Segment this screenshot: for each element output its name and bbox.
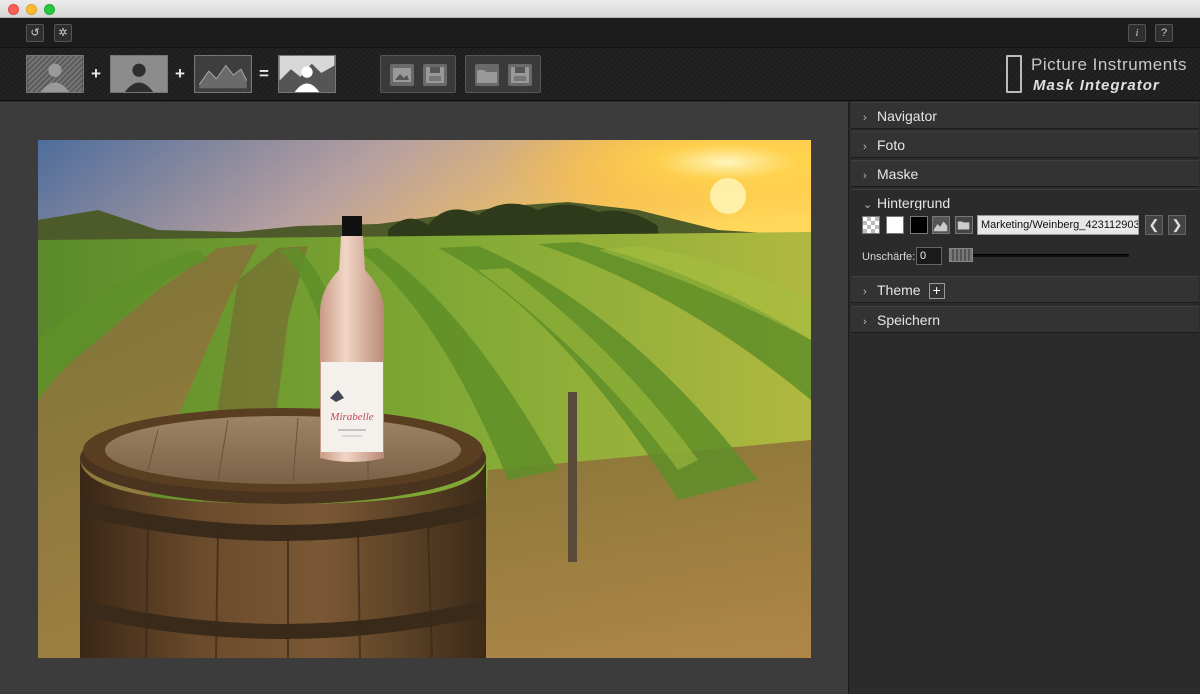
section-speichern[interactable]: › Speichern xyxy=(851,306,1199,333)
vineyard-scene: Mirabelle xyxy=(38,140,811,658)
main-toolbar: + + = Picture Instruments Mask Integrato… xyxy=(0,48,1200,101)
plus-operator: + xyxy=(91,64,101,83)
person-silhouette-icon xyxy=(27,56,83,92)
black-swatch[interactable] xyxy=(910,216,928,234)
add-theme-button[interactable]: + xyxy=(928,283,945,300)
project-group xyxy=(465,55,541,93)
window-minimize-button[interactable] xyxy=(26,4,37,15)
section-theme[interactable]: › Theme + xyxy=(851,276,1199,303)
image-import-icon[interactable] xyxy=(390,64,414,86)
chevron-right-icon: › xyxy=(863,170,867,182)
app-logo: Picture Instruments Mask Integrator xyxy=(1006,53,1196,97)
blur-slider-knob[interactable] xyxy=(949,248,973,262)
image-background-icon[interactable] xyxy=(932,216,950,234)
white-swatch[interactable] xyxy=(886,216,904,234)
background-image-thumb[interactable] xyxy=(26,55,84,93)
section-foto[interactable]: › Foto xyxy=(851,131,1199,158)
section-label: Navigator xyxy=(877,108,937,124)
folder-icon[interactable] xyxy=(955,216,973,234)
mountain-chart-icon xyxy=(195,56,251,92)
chevron-right-icon: › xyxy=(863,316,867,328)
logo-product: Mask Integrator xyxy=(1033,77,1160,94)
folder-icon[interactable] xyxy=(475,64,499,86)
section-maske[interactable]: › Maske xyxy=(851,160,1199,187)
next-image-button[interactable]: ❯ xyxy=(1168,215,1186,235)
section-label: Speichern xyxy=(877,312,941,328)
import-group xyxy=(380,55,456,93)
result-composite-icon xyxy=(279,56,335,92)
section-label: Hintergrund xyxy=(877,195,951,211)
prev-image-button[interactable]: ❮ xyxy=(1145,215,1163,235)
section-navigator[interactable]: › Navigator xyxy=(851,102,1199,129)
result-thumb[interactable] xyxy=(278,55,336,93)
logo-brand: Picture Instruments xyxy=(1031,55,1187,74)
plus-operator: + xyxy=(175,64,185,83)
bottle-label-text: Mirabelle xyxy=(329,411,373,423)
window-titlebar xyxy=(0,0,1200,18)
window-close-button[interactable] xyxy=(8,4,19,15)
logo-mark-icon xyxy=(1006,55,1022,93)
mask-histogram-thumb[interactable] xyxy=(194,55,252,93)
refresh-icon: ↺ xyxy=(30,27,40,39)
save-disk-icon[interactable] xyxy=(508,64,532,86)
chevron-right-icon: › xyxy=(863,286,867,298)
foreground-photo-thumb[interactable] xyxy=(110,55,168,93)
side-panel: › Navigator › Foto › Maske ⌄ Hintergrund Mar… xyxy=(848,102,1200,694)
save-disk-icon[interactable] xyxy=(423,64,447,86)
equals-operator: = xyxy=(259,64,269,83)
top-toolbar: ↺ ✲ i ? xyxy=(0,18,1200,48)
section-label: Foto xyxy=(877,137,906,153)
person-photo-icon xyxy=(111,56,167,92)
blur-slider-track[interactable] xyxy=(949,254,1129,257)
section-label: Theme xyxy=(877,282,921,298)
help-button[interactable]: ? xyxy=(1155,24,1173,42)
reset-button[interactable]: ↺ xyxy=(26,24,44,42)
canvas-area[interactable]: Mirabelle xyxy=(0,102,848,694)
background-path-field[interactable]: Marketing/Weinberg_423112903.jpg xyxy=(977,215,1139,235)
blur-label: Unschärfe: xyxy=(862,251,916,263)
composite-photo[interactable]: Mirabelle xyxy=(38,140,811,658)
chevron-right-icon: › xyxy=(863,112,867,124)
settings-button[interactable]: ✲ xyxy=(54,24,72,42)
window-maximize-button[interactable] xyxy=(44,4,55,15)
info-button[interactable]: i xyxy=(1128,24,1146,42)
transparent-swatch[interactable] xyxy=(862,216,880,234)
chevron-right-icon: › xyxy=(863,141,867,153)
section-label: Maske xyxy=(877,166,919,182)
gear-icon: ✲ xyxy=(58,27,68,39)
blur-input[interactable]: 0 xyxy=(916,247,942,265)
hintergrund-body: Marketing/Weinberg_423112903.jpg ❮ ❯ Uns… xyxy=(851,210,1199,274)
